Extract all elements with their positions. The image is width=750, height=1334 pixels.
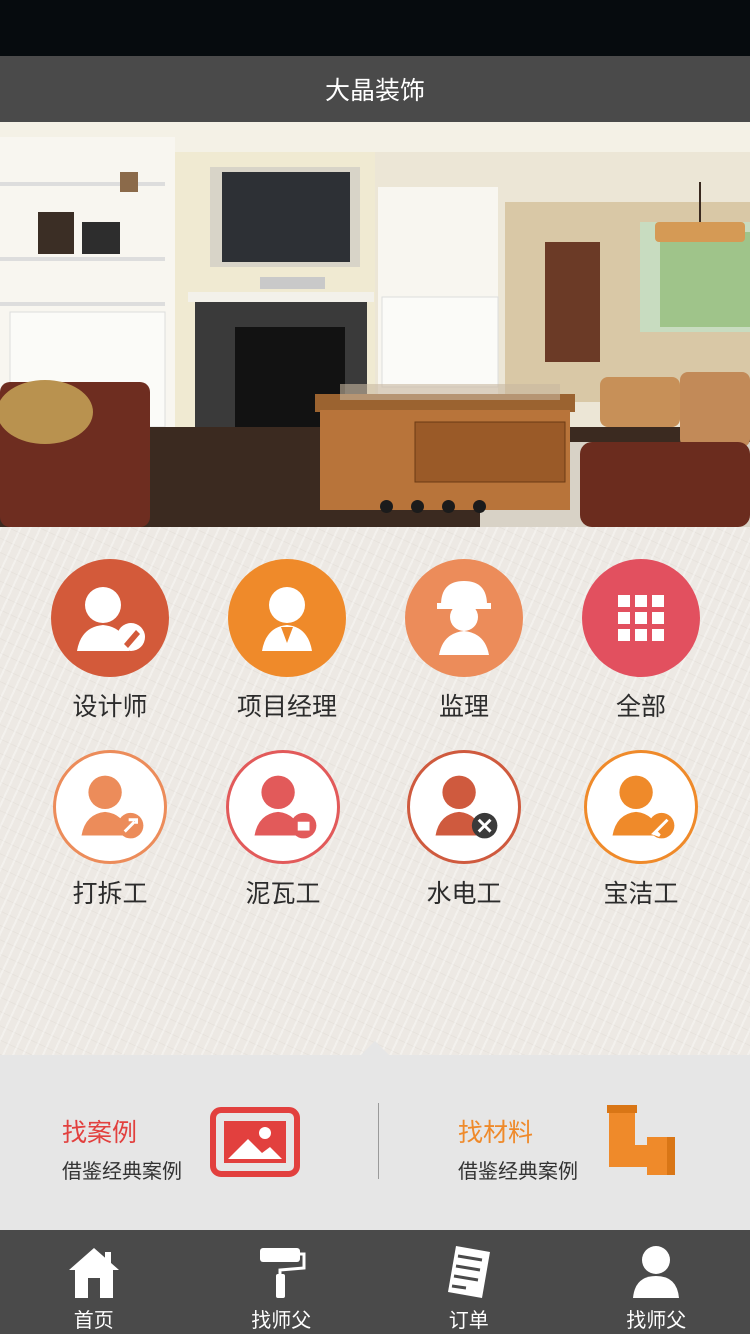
all-grid-icon xyxy=(582,559,700,677)
find-cases-button[interactable]: 找案例 借鉴经典案例 xyxy=(62,1113,182,1184)
carousel-dot[interactable] xyxy=(473,500,486,513)
project-manager-icon xyxy=(228,559,346,677)
status-bar xyxy=(0,0,750,56)
category-label: 全部 xyxy=(615,692,666,721)
find-section: 找案例 借鉴经典案例 找材料 借鉴经典案例 xyxy=(0,1041,750,1230)
category-electrician[interactable]: 水电工 xyxy=(384,750,544,910)
carousel-dot[interactable] xyxy=(442,500,455,513)
nav-label: 首页 xyxy=(73,1308,114,1332)
nav-label: 找师父 xyxy=(626,1308,687,1332)
bottom-nav: 首页 找师父 订单 找师父 xyxy=(0,1230,750,1334)
picture-frame-icon xyxy=(210,1107,300,1181)
banner-image xyxy=(0,122,750,527)
category-label: 项目经理 xyxy=(236,692,337,721)
find-materials-subtitle: 借鉴经典案例 xyxy=(458,1159,578,1183)
nav-orders[interactable]: 订单 xyxy=(375,1230,563,1334)
nav-home[interactable]: 首页 xyxy=(0,1230,188,1334)
category-label: 宝洁工 xyxy=(603,879,679,908)
page-title: 大晶装饰 xyxy=(324,76,425,105)
electrician-icon xyxy=(407,750,521,864)
category-label: 打拆工 xyxy=(72,879,148,908)
designer-icon xyxy=(51,559,169,677)
nav-find-master[interactable]: 找师父 xyxy=(188,1230,376,1334)
demolition-worker-icon xyxy=(53,750,167,864)
paint-roller-icon xyxy=(260,1248,306,1298)
category-demolition[interactable]: 打拆工 xyxy=(30,750,190,910)
banner-carousel[interactable] xyxy=(0,122,750,527)
section-notch xyxy=(361,1041,389,1055)
category-grid: 设计师 项目经理 监理 全部 打拆工 泥瓦工 水电工 宝洁工 xyxy=(0,527,750,1055)
category-cleaner[interactable]: 宝洁工 xyxy=(561,750,721,910)
pipe-icon xyxy=(605,1105,677,1181)
carousel-dots xyxy=(380,500,486,513)
category-label: 水电工 xyxy=(426,879,502,908)
find-materials-button[interactable]: 找材料 借鉴经典案例 xyxy=(458,1113,578,1184)
bricklayer-icon xyxy=(226,750,340,864)
nav-find-master-user[interactable]: 找师父 xyxy=(563,1230,750,1334)
category-label: 监理 xyxy=(438,692,489,721)
category-supervisor[interactable]: 监理 xyxy=(384,559,544,723)
home-icon xyxy=(68,1248,119,1298)
find-cases-title: 找案例 xyxy=(62,1118,138,1147)
category-label: 设计师 xyxy=(72,692,148,721)
supervisor-icon xyxy=(405,559,523,677)
cleaner-icon xyxy=(584,750,698,864)
divider xyxy=(378,1103,379,1179)
category-all[interactable]: 全部 xyxy=(561,559,721,723)
nav-label: 找师父 xyxy=(251,1308,312,1332)
order-icon xyxy=(447,1246,490,1298)
page-title-bar: 大晶装饰 xyxy=(0,56,750,122)
find-materials-title: 找材料 xyxy=(458,1118,534,1147)
carousel-dot[interactable] xyxy=(380,500,393,513)
category-project-manager[interactable]: 项目经理 xyxy=(207,559,367,723)
carousel-dot[interactable] xyxy=(411,500,424,513)
find-cases-subtitle: 借鉴经典案例 xyxy=(62,1159,182,1183)
nav-label: 订单 xyxy=(448,1308,489,1332)
category-bricklayer[interactable]: 泥瓦工 xyxy=(203,750,363,910)
category-designer[interactable]: 设计师 xyxy=(30,559,190,723)
category-label: 泥瓦工 xyxy=(245,879,321,908)
user-icon xyxy=(633,1246,680,1298)
